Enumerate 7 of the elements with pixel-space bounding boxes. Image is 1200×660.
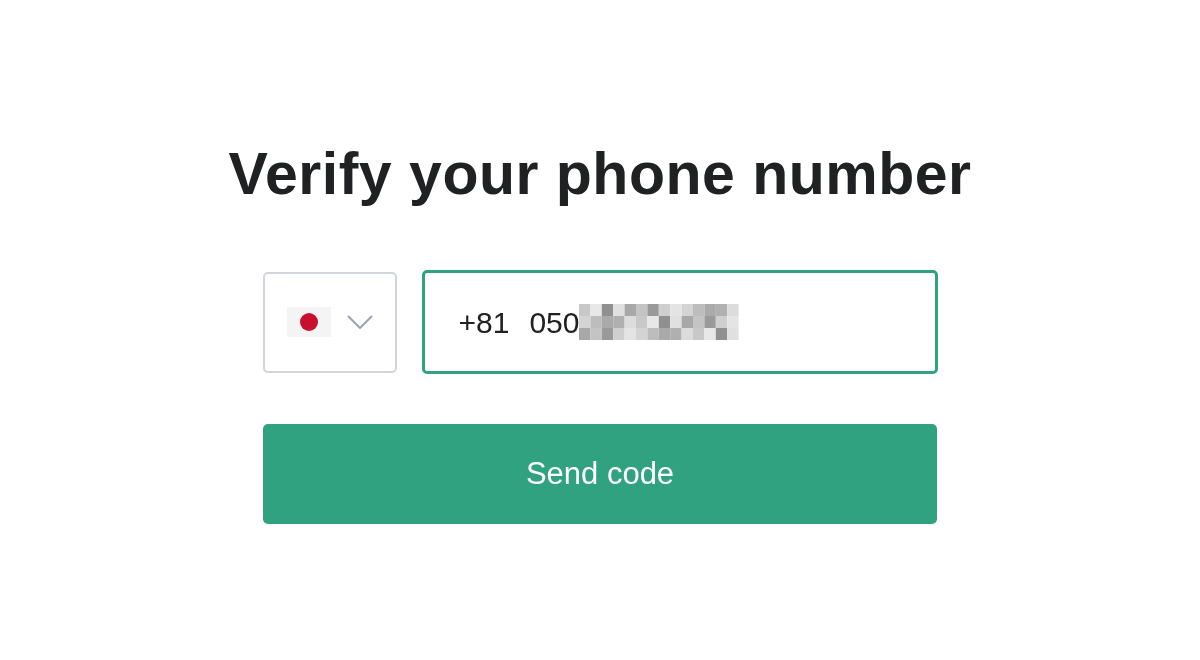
country-code: +81: [458, 304, 510, 341]
phone-field[interactable]: +81 050: [421, 270, 938, 374]
country-select[interactable]: [262, 271, 397, 373]
phone-number: 050: [529, 304, 580, 341]
page-title: Verify your phone number: [228, 140, 972, 209]
flag-icon: [286, 307, 331, 337]
chevron-down-icon: [346, 315, 373, 329]
